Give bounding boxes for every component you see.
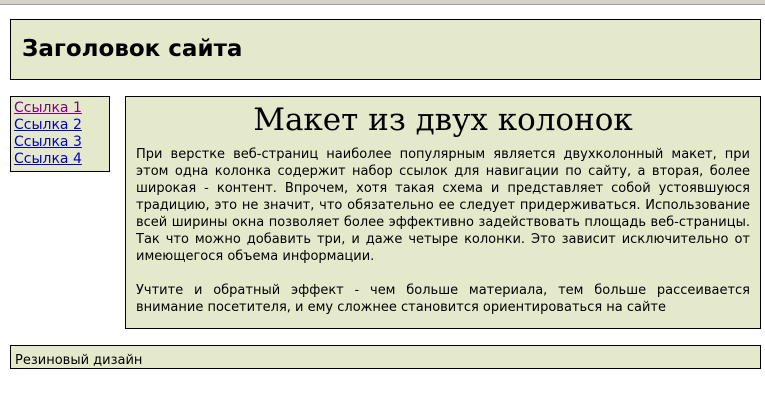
nav-column: Ссылка 1 Ссылка 2 Ссылка 3 Ссылка 4 — [10, 96, 110, 172]
content-heading: Макет из двух колонок — [253, 102, 633, 138]
footer-text: Резиновый дизайн — [15, 353, 143, 368]
site-header: Заголовок сайта — [10, 19, 761, 80]
nav-link-4[interactable]: Ссылка 4 — [14, 151, 109, 168]
browser-frame-edge — [0, 0, 765, 5]
content-paragraph-1: При верстке веб-страниц наиболее популяр… — [136, 147, 750, 264]
nav-link-2[interactable]: Ссылка 2 — [14, 117, 109, 134]
content-paragraph-2: Учтите и обратный эффект - чем больше ма… — [136, 283, 750, 315]
nav-link-3[interactable]: Ссылка 3 — [14, 134, 109, 151]
site-title: Заголовок сайта — [22, 36, 243, 62]
content-column: Макет из двух колонок При верстке веб-ст… — [125, 96, 761, 329]
nav-link-1[interactable]: Ссылка 1 — [14, 100, 109, 117]
site-footer: Резиновый дизайн — [10, 345, 761, 369]
